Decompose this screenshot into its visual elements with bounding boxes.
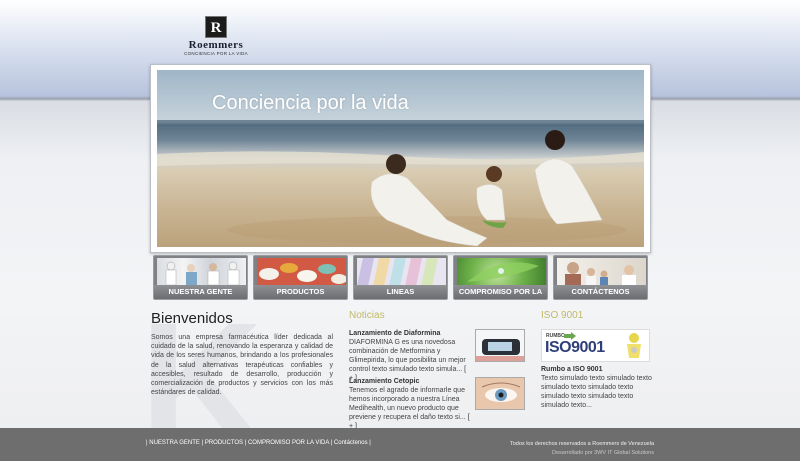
roemmers-logo[interactable]: R Roemmers CONCIENCIA POR LA VIDA <box>182 16 250 60</box>
nav-pills-thumbnail <box>257 258 347 285</box>
nav-lines-thumbnail <box>357 258 446 285</box>
footer-link-compromiso[interactable]: COMPROMISO POR LA VIDA <box>248 440 329 446</box>
nav-label: PRODUCTOS <box>254 285 347 299</box>
nav-contact-thumbnail <box>557 258 646 285</box>
nav-contactenos[interactable]: CONTÁCTENOS <box>553 255 648 300</box>
eye-thumbnail[interactable] <box>475 377 525 410</box>
footer-links: | NUESTRA GENTE | PRODUCTOS | COMPROMISO… <box>146 440 371 446</box>
iso-section: ISO 9001 RUMBO ISO9001 Rumbo a ISO 9001 … <box>541 310 653 410</box>
nav-productos[interactable]: PRODUCTOS <box>253 255 348 300</box>
nav-lineas[interactable]: LINEAS <box>353 255 448 300</box>
news-body-text: DIAFORMINA G es una novedosa combinación… <box>349 339 466 373</box>
main-navigation: NUESTRA GENTE PRODUCTOS LINEAS COMPROMIS… <box>153 255 649 300</box>
news-headline[interactable]: Lanzamiento de Diaformina <box>349 329 471 338</box>
news-item: Lanzamiento de Diaformina DIAFORMINA G e… <box>349 329 527 382</box>
nav-label: NUESTRA GENTE <box>154 285 247 299</box>
welcome-title: Bienvenidos <box>151 310 233 327</box>
nav-compromiso[interactable]: COMPROMISO POR LA VIDA <box>453 255 548 300</box>
logo-tagline: CONCIENCIA POR LA VIDA <box>184 51 248 56</box>
trophy-figure-icon <box>627 333 641 358</box>
footer-rights: Todos los derechos reservados a Roemmers… <box>510 441 654 447</box>
iso-headline[interactable]: Rumbo a ISO 9001 <box>541 365 653 374</box>
nav-label: COMPROMISO POR LA VIDA <box>454 285 547 299</box>
nav-label: CONTÁCTENOS <box>554 285 647 299</box>
glucometer-thumbnail[interactable] <box>475 329 525 362</box>
footer-link-productos[interactable]: PRODUCTOS <box>205 440 243 446</box>
news-body-text: Tenemos el agrado de informarle que hemo… <box>349 387 466 421</box>
logo-mark-icon: R <box>205 16 227 38</box>
iso-banner-big: ISO9001 <box>545 339 605 356</box>
news-body: Tenemos el agrado de informarle que hemo… <box>349 386 471 431</box>
arrow-right-icon <box>564 332 576 340</box>
welcome-text: Somos una empresa farmacéutica líder ded… <box>151 334 333 397</box>
iso-body: Texto simulado texto simulado texto simu… <box>541 375 652 409</box>
nav-leaf-thumbnail <box>457 258 546 285</box>
iso-banner[interactable]: RUMBO ISO9001 <box>541 329 650 362</box>
welcome-section: Bienvenidos Somos una empresa farmacéuti… <box>151 310 333 397</box>
nav-label: LINEAS <box>354 285 447 299</box>
hero-banner-image: Conciencia por la vida <box>157 70 644 247</box>
news-title: Noticias <box>349 310 385 321</box>
nav-people-thumbnail <box>157 258 246 286</box>
footer-developer[interactable]: Desarrollado por 3WV IT Global Solutions <box>510 449 654 458</box>
footer-credits: Todos los derechos reservados a Roemmers… <box>510 440 654 458</box>
hero-banner-frame: Conciencia por la vida <box>150 64 651 253</box>
news-headline[interactable]: Lanzamiento Cetopic <box>349 377 471 386</box>
hero-title: Conciencia por la vida <box>212 92 409 114</box>
nav-nuestra-gente[interactable]: NUESTRA GENTE <box>153 255 248 300</box>
news-item: Lanzamiento Cetopic Tenemos el agrado de… <box>349 377 527 430</box>
footer-link-contactenos[interactable]: Contáctenos <box>334 440 368 446</box>
logo-name: Roemmers <box>188 39 244 51</box>
news-section: Noticias Lanzamiento de Diaformina DIAFO… <box>349 310 527 430</box>
iso-title: ISO 9001 <box>541 310 584 321</box>
footer-link-nuestra-gente[interactable]: NUESTRA GENTE <box>149 440 200 446</box>
footer: | NUESTRA GENTE | PRODUCTOS | COMPROMISO… <box>0 428 800 461</box>
